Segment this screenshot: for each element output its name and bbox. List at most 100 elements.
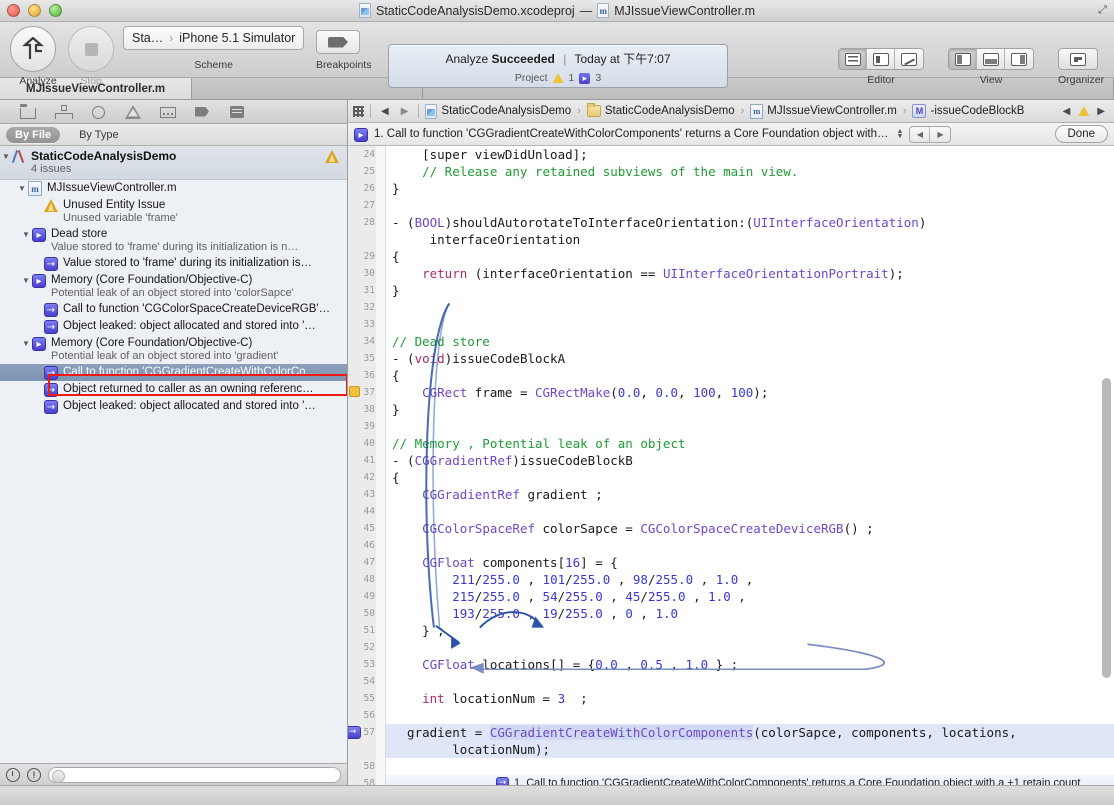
issue-next-button[interactable]: ▶ xyxy=(930,127,950,142)
breadcrumb-group[interactable]: StaticCodeAnalysisDemo xyxy=(586,103,735,117)
disclosure-triangle[interactable]: ▼ xyxy=(20,227,32,242)
line-number: 29 xyxy=(363,251,375,262)
test-icon[interactable] xyxy=(160,105,176,119)
disclosure-triangle[interactable]: ▼ xyxy=(20,273,32,288)
navigator-issue-row[interactable]: ▼ Memory (Core Foundation/Objective-C) P… xyxy=(0,272,347,301)
editor-vertical-scrollbar[interactable] xyxy=(1102,378,1111,678)
disclosure-triangle[interactable]: ▼ xyxy=(0,149,12,164)
scheme-selector[interactable]: Sta… › iPhone 5.1 Simulator Scheme xyxy=(123,26,305,71)
project-icon xyxy=(358,3,371,18)
navigator-step-row[interactable]: Object leaked: object allocated and stor… xyxy=(0,318,347,335)
scope-by-type[interactable]: By Type xyxy=(70,127,128,143)
hierarchy-icon[interactable] xyxy=(55,104,73,119)
code-text-area[interactable]: [super viewDidUnload]; // Release any re… xyxy=(386,146,1114,785)
back-button[interactable]: ◀ xyxy=(377,106,393,117)
navigator-step-row[interactable]: Object returned to caller as an owning r… xyxy=(0,381,347,398)
inline-issue-row[interactable]: 1. Call to function 'CGGradientCreateWit… xyxy=(386,775,1114,785)
standard-editor-icon xyxy=(844,52,861,66)
breadcrumb-method[interactable]: -issueCodeBlockB xyxy=(912,104,1024,118)
analyze-button[interactable]: Analyze xyxy=(10,26,66,87)
status-divider: | xyxy=(563,52,567,66)
warning-gutter-icon[interactable] xyxy=(349,386,360,397)
analyzer-issue-icon xyxy=(354,127,368,142)
warning-icon[interactable] xyxy=(1078,106,1090,116)
done-button[interactable]: Done xyxy=(1054,125,1108,143)
folder-icon[interactable] xyxy=(19,103,36,119)
disclosure-triangle[interactable]: ▼ xyxy=(20,336,32,351)
window-title-file: MJIssueViewController.m xyxy=(614,3,755,18)
navigator-project-row[interactable]: ▼ StaticCodeAnalysisDemo 4 issues xyxy=(0,146,347,180)
breadcrumb-project[interactable]: StaticCodeAnalysisDemo xyxy=(425,103,571,119)
search-icon[interactable] xyxy=(90,105,106,119)
m-file-icon xyxy=(28,181,42,196)
navigator-step-row[interactable]: Call to function 'CGColorSpaceCreateDevi… xyxy=(0,301,347,318)
stop-button[interactable]: Stop xyxy=(68,26,114,87)
code-line: } ; xyxy=(392,623,445,638)
forward-button[interactable]: ▶ xyxy=(397,106,413,117)
toggle-utilities-button[interactable] xyxy=(1005,49,1033,69)
source-editor[interactable]: 24 25 26 27 28 29 30 31 32 33 34 35 36 3… xyxy=(348,146,1114,785)
breakpoint-icon xyxy=(316,30,360,54)
navigator-file-row[interactable]: ▼ MJIssueViewController.m xyxy=(0,180,347,197)
organizer-button[interactable] xyxy=(1064,49,1092,69)
navigator-issue-row[interactable]: Unused Entity Issue Unused variable 'fra… xyxy=(0,197,347,226)
inline-issue-text: 1. Call to function 'CGGradientCreateWit… xyxy=(514,777,1081,785)
analyzer-issue-icon xyxy=(579,72,591,84)
next-issue-button[interactable]: ▶ xyxy=(1093,106,1109,117)
issue-prev-button[interactable]: ◀ xyxy=(910,126,931,142)
issue-navigator-list[interactable]: ▼ StaticCodeAnalysisDemo 4 issues ▼ MJIs… xyxy=(0,146,347,763)
navigator-issue-row[interactable]: ▼ Dead store Value stored to 'frame' dur… xyxy=(0,226,347,255)
issue-title: Unused Entity Issue xyxy=(63,199,166,211)
version-editor-icon xyxy=(901,52,917,66)
code-line: return (interfaceOrientation == UIInterf… xyxy=(422,266,904,281)
activity-status-view[interactable]: Analyze Succeeded | Today at 下午7:07 Proj… xyxy=(388,44,728,88)
previous-issue-button[interactable]: ◀ xyxy=(1059,106,1075,117)
line-number: 47 xyxy=(363,557,375,568)
line-number: 58 xyxy=(363,778,375,785)
navigator-step-row-selected[interactable]: Call to function 'CGGradientCreateWithCo… xyxy=(0,364,347,381)
editor-version-button[interactable] xyxy=(895,49,923,69)
errors-only-icon[interactable] xyxy=(27,767,41,782)
scope-by-file[interactable]: By File xyxy=(6,126,61,143)
toggle-navigator-button[interactable] xyxy=(949,49,977,69)
warning-icon[interactable] xyxy=(125,104,141,119)
editor-assistant-button[interactable] xyxy=(867,49,895,69)
editor-standard-button[interactable] xyxy=(839,49,867,69)
breadcrumb-separator: › xyxy=(740,105,745,117)
fullscreen-icon[interactable]: ⤢ xyxy=(1096,4,1109,17)
line-number xyxy=(348,741,385,758)
line-number: 39 xyxy=(363,421,375,432)
navigator-issue-row[interactable]: ▼ Memory (Core Foundation/Objective-C) P… xyxy=(0,335,347,364)
organizer-icon xyxy=(1070,52,1086,66)
navigator-step-row[interactable]: Value stored to 'frame' during its initi… xyxy=(0,255,347,272)
related-items-icon[interactable] xyxy=(353,105,364,117)
warning-icon xyxy=(44,199,58,212)
line-number: 45 xyxy=(363,523,375,534)
stop-icon xyxy=(68,26,114,72)
breadcrumb-file[interactable]: MJIssueViewController.m xyxy=(750,103,897,119)
recent-icon[interactable] xyxy=(6,767,20,782)
line-number: 58 xyxy=(363,761,375,772)
filter-input[interactable] xyxy=(48,766,341,783)
toggle-debug-button[interactable] xyxy=(977,49,1005,69)
breakpoints-button[interactable]: Breakpoints xyxy=(316,30,371,71)
scheme-separator: › xyxy=(169,31,174,45)
flag-icon[interactable] xyxy=(195,105,211,119)
scheme-label: Scheme xyxy=(194,59,233,71)
note-icon[interactable] xyxy=(230,105,246,119)
issue-scope-bar: By File By Type xyxy=(0,124,347,146)
navigator-step-row[interactable]: Object leaked: object allocated and stor… xyxy=(0,398,347,415)
code-line: // Dead store xyxy=(392,334,490,349)
disclosure-triangle[interactable]: ▼ xyxy=(16,181,28,196)
issue-gutter-icon[interactable]: → xyxy=(348,726,361,739)
issue-subtitle: Potential leak of an object stored into … xyxy=(51,287,294,299)
issue-stepper[interactable]: ▲ ▼ xyxy=(896,128,903,140)
code-line: 215/255.0 , 54/255.0 , 45/255.0 , 1.0 , xyxy=(452,589,746,604)
window-title-project: StaticCodeAnalysisDemo.xcodeproj xyxy=(375,3,575,18)
issue-title: Object leaked: object allocated and stor… xyxy=(63,320,316,332)
line-number-gutter[interactable]: 24 25 26 27 28 29 30 31 32 33 34 35 36 3… xyxy=(348,146,386,785)
code-line: CGFloat locations[] = {0.0 , 0.5 , 1.0 }… xyxy=(422,657,739,672)
